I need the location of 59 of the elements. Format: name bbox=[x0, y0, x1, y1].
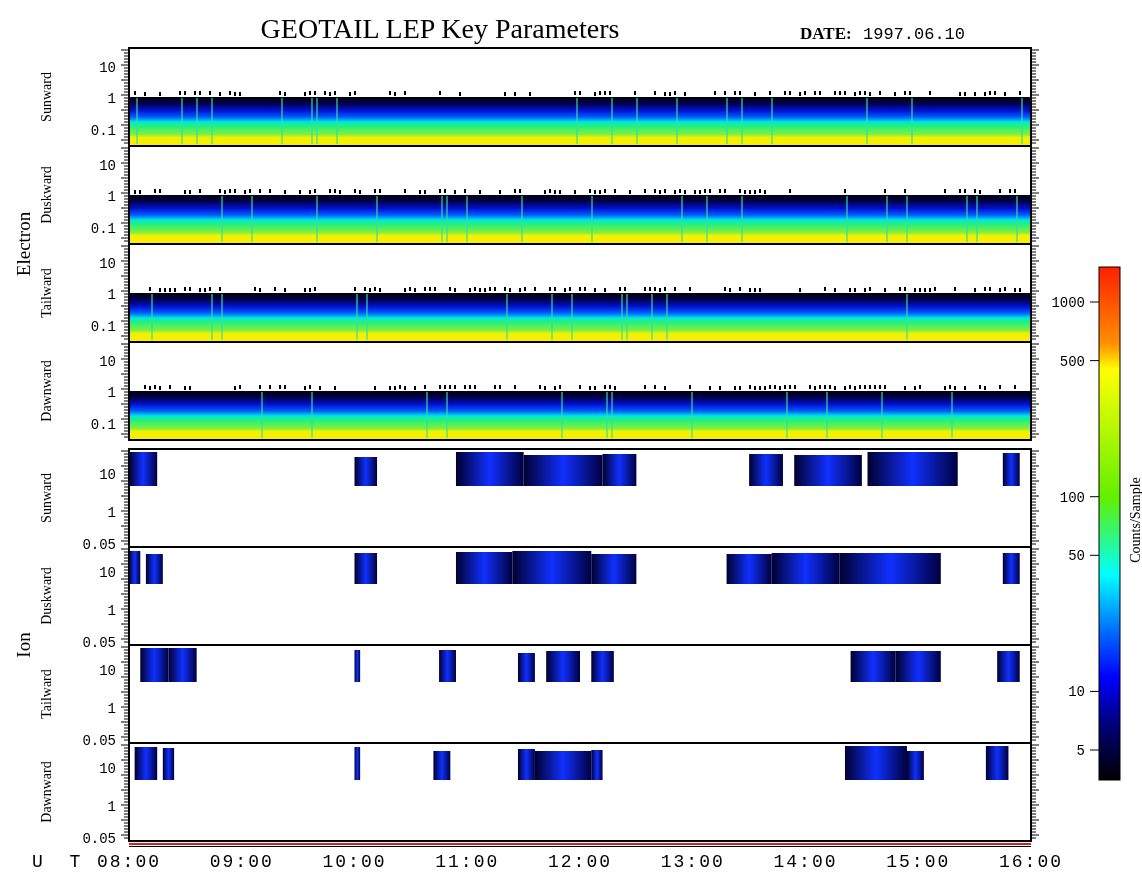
y-tick-label: 0.05 bbox=[82, 831, 116, 847]
panel-label: Sunward bbox=[39, 72, 54, 122]
time-tick-label: 10:00 bbox=[322, 852, 387, 872]
y-tick-label: 1 bbox=[107, 287, 116, 303]
y-tick-label: 0.1 bbox=[90, 319, 116, 335]
panel-label: Dawnward bbox=[39, 360, 54, 422]
colorbar-tick bbox=[1089, 749, 1100, 751]
y-tick-label: 10 bbox=[99, 354, 116, 370]
y-tick-label: 0.1 bbox=[90, 417, 116, 433]
colorbar-tick bbox=[1089, 554, 1100, 556]
colorbar-tick-label: 100 bbox=[1059, 489, 1085, 506]
date-value: 1997.06.10 bbox=[863, 25, 966, 44]
time-axis-label: U T bbox=[32, 852, 89, 872]
time-tick-label: 12:00 bbox=[548, 852, 612, 872]
time-tick-label: 13:00 bbox=[660, 852, 725, 872]
time-tick-label: 15:00 bbox=[886, 852, 951, 872]
y-tick-label: 10 bbox=[99, 761, 116, 777]
panel-label: Duskward bbox=[39, 166, 54, 224]
colorbar-tick bbox=[1089, 690, 1100, 692]
y-tick-label: 0.05 bbox=[82, 733, 116, 749]
y-tick-label: 0.1 bbox=[90, 123, 116, 139]
panel-label: Dawnward bbox=[39, 761, 54, 823]
colorbar-tick-label: 5 bbox=[1076, 743, 1085, 759]
colorbar-tick bbox=[1089, 496, 1100, 498]
y-tick-label: 1 bbox=[107, 799, 116, 815]
group-label: Electron bbox=[13, 211, 34, 277]
group-label: Ion bbox=[13, 632, 34, 658]
y-tick-label: 1 bbox=[107, 91, 116, 107]
y-tick-label: 1 bbox=[107, 701, 116, 717]
y-tick-label: 1 bbox=[107, 189, 116, 205]
y-tick-label: 10 bbox=[99, 256, 116, 272]
colorbar-tick-label: 1000 bbox=[1051, 295, 1085, 311]
y-tick-label: 0.1 bbox=[90, 221, 116, 237]
colorbar-tick-label: 500 bbox=[1059, 353, 1085, 370]
panel-label: Sunward bbox=[39, 473, 54, 523]
y-tick-label: 0.05 bbox=[82, 537, 116, 553]
y-tick-label: 10 bbox=[99, 663, 116, 679]
colorbar-tick bbox=[1089, 301, 1100, 303]
time-tick-label: 16:00 bbox=[999, 852, 1063, 872]
colorbar-tick-label: 50 bbox=[1068, 548, 1085, 565]
y-tick-label: 1 bbox=[107, 505, 116, 521]
colorbar-tick bbox=[1089, 360, 1100, 362]
time-tick-label: 11:00 bbox=[435, 852, 500, 872]
time-tick-label: 08:00 bbox=[97, 852, 161, 872]
y-tick-label: 10 bbox=[99, 565, 116, 581]
colorbar-tick-label: 10 bbox=[1068, 684, 1085, 701]
panel-label: Tailward bbox=[39, 268, 54, 318]
y-tick-label: 1 bbox=[107, 603, 116, 619]
time-tick-label: 14:00 bbox=[773, 852, 838, 872]
date-label: DATE: bbox=[800, 24, 852, 43]
y-tick-label: 0.05 bbox=[82, 635, 116, 651]
y-tick-label: 10 bbox=[99, 467, 116, 483]
y-tick-label: 10 bbox=[99, 60, 116, 76]
time-tick-label: 09:00 bbox=[209, 852, 274, 872]
panel-label: Duskward bbox=[39, 567, 54, 625]
panel-label: Tailward bbox=[39, 669, 54, 719]
plot-title: GEOTAIL LEP Key Parameters bbox=[260, 13, 620, 44]
y-tick-label: 1 bbox=[107, 385, 116, 401]
y-tick-label: 10 bbox=[99, 158, 116, 174]
